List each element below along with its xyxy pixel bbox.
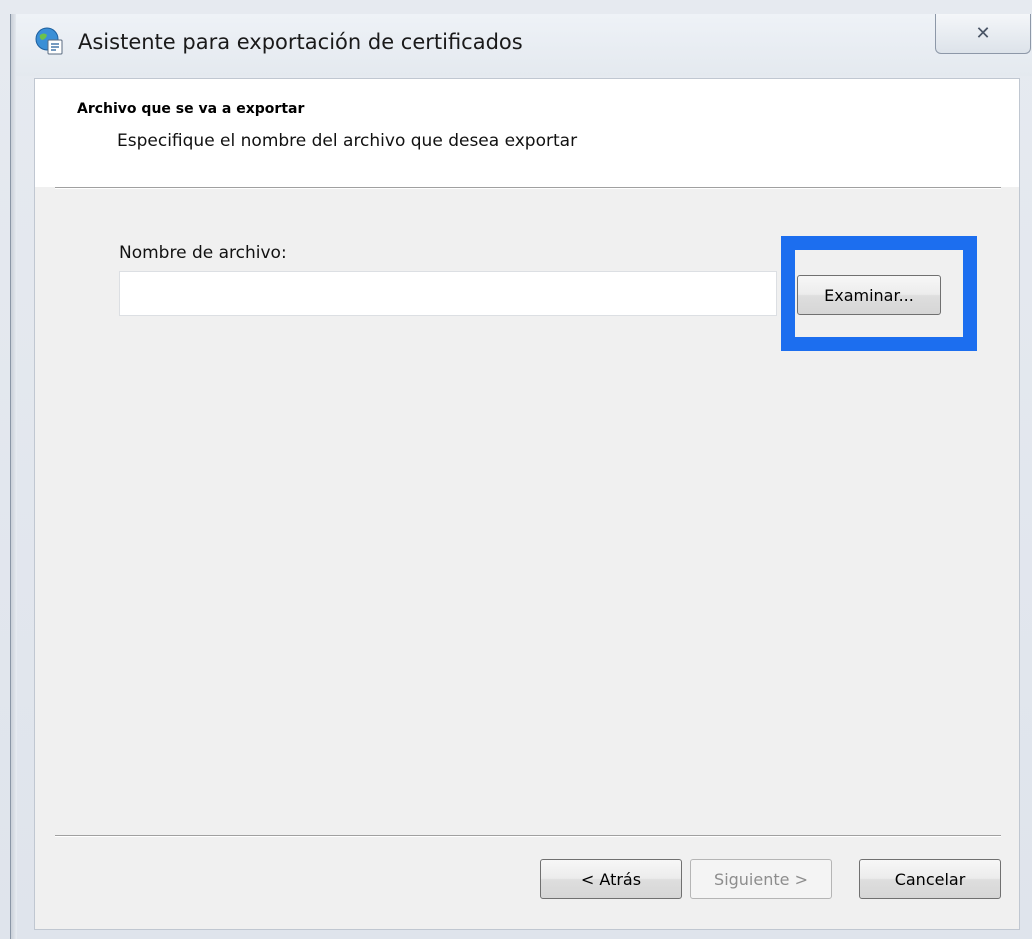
- wizard-content-panel: Archivo que se va a exportar Especifique…: [34, 78, 1020, 930]
- close-button[interactable]: ✕: [935, 14, 1031, 54]
- back-button[interactable]: < Atrás: [540, 859, 682, 899]
- browse-button[interactable]: Examinar...: [797, 275, 941, 315]
- window-frame-left: [10, 14, 17, 939]
- page-title: Archivo que se va a exportar: [77, 101, 305, 117]
- window-title: Asistente para exportación de certificad…: [78, 30, 523, 54]
- page-subtitle: Especifique el nombre del archivo que de…: [117, 131, 578, 151]
- wizard-header: Archivo que se va a exportar Especifique…: [35, 79, 1019, 187]
- cancel-button[interactable]: Cancelar: [859, 859, 1001, 899]
- header-divider: [55, 187, 1001, 189]
- close-icon: ✕: [975, 23, 991, 44]
- certificate-globe-icon: [34, 26, 64, 56]
- certificate-export-wizard-window: Asistente para exportación de certificad…: [0, 0, 1032, 939]
- filename-input[interactable]: [119, 271, 777, 316]
- filename-label: Nombre de archivo:: [119, 243, 287, 263]
- next-button-disabled[interactable]: Siguiente >: [690, 859, 832, 899]
- footer-divider: [55, 835, 1001, 837]
- title-bar: Asistente para exportación de certificad…: [16, 14, 1032, 76]
